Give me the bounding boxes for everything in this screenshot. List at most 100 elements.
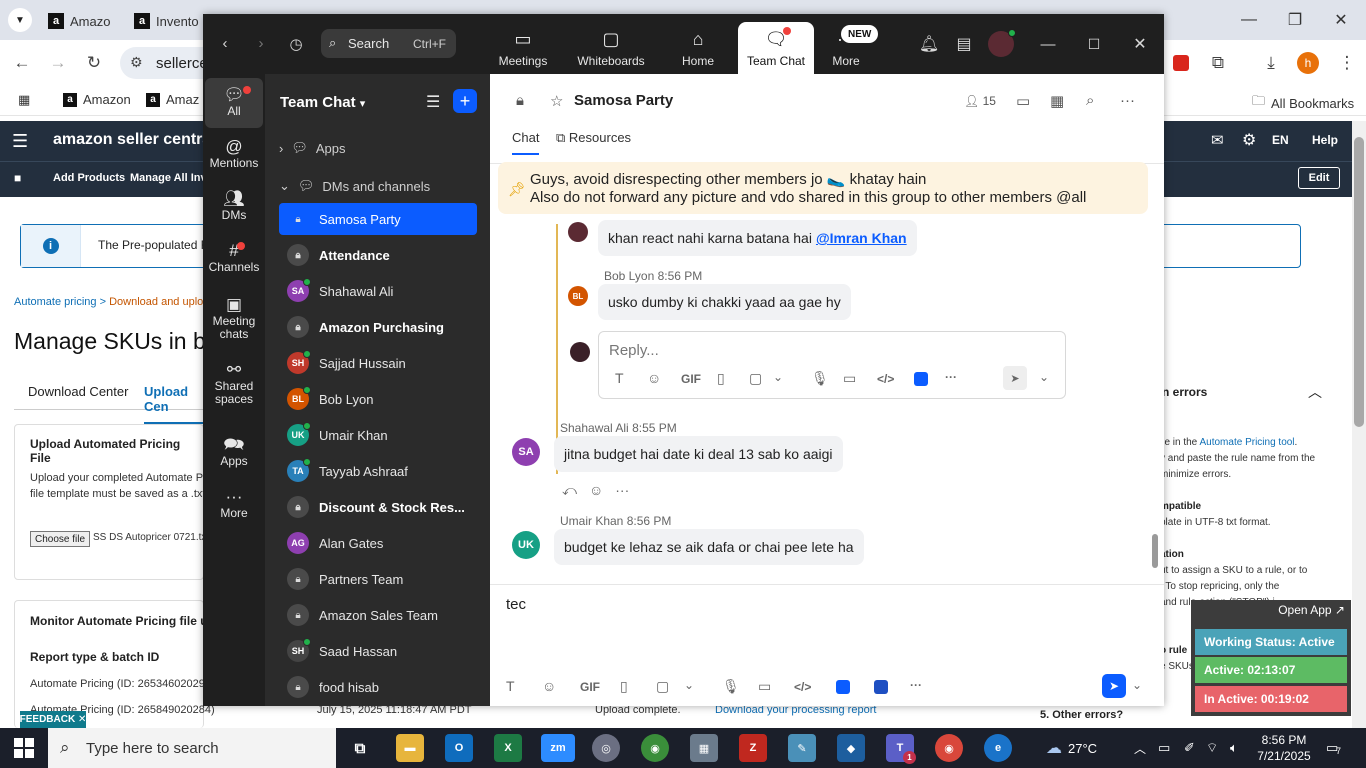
- maximize-icon[interactable]: ☐: [1083, 33, 1105, 55]
- whiteboard-share-icon[interactable]: [874, 680, 888, 694]
- browser-tab-amazon[interactable]: a Amazo: [40, 6, 118, 36]
- dm-list-item[interactable]: TA Tayyab Ashraaf: [279, 455, 477, 487]
- reply-icon[interactable]: ⤺: [562, 482, 577, 499]
- channel-title[interactable]: Samosa Party: [574, 92, 673, 109]
- rail-dms[interactable]: 👥︎ DMs: [205, 182, 263, 232]
- mail-icon[interactable]: ✉: [1211, 131, 1224, 149]
- edit-nav-button[interactable]: Edit: [1298, 167, 1340, 189]
- more-options-icon[interactable]: ···: [615, 482, 629, 499]
- more-options-icon[interactable]: ···: [910, 678, 922, 692]
- excel-icon[interactable]: X: [494, 734, 522, 762]
- browser-menu-icon[interactable]: ⋮: [1334, 50, 1360, 76]
- tab-resources[interactable]: ⧉ Resources: [556, 130, 631, 146]
- section-dms-channels[interactable]: ⌄ 💬︎ DMs and channels: [279, 178, 430, 194]
- rail-more[interactable]: ··· More: [205, 480, 263, 530]
- channel-list-item[interactable]: 🔒︎ Amazon Purchasing: [279, 311, 477, 343]
- chevron-down-icon[interactable]: ⌄: [684, 678, 694, 692]
- tab-search-chevron-icon[interactable]: ▼: [8, 8, 32, 32]
- file-icon[interactable]: ▯: [620, 678, 628, 695]
- chat-scrollbar-thumb[interactable]: [1152, 534, 1158, 568]
- sender-avatar-sa[interactable]: SA: [512, 438, 540, 466]
- open-app-link[interactable]: Open App ↗: [1278, 603, 1345, 617]
- back-arrow-icon[interactable]: ←: [9, 50, 35, 76]
- dm-list-item[interactable]: AG Alan Gates: [279, 527, 477, 559]
- more-options-icon[interactable]: ···: [945, 370, 957, 384]
- calendar-grid-icon[interactable]: ▤: [953, 33, 975, 55]
- dm-list-item[interactable]: SA Shahawal Ali: [279, 275, 477, 307]
- sender-name[interactable]: Shahawal Ali: [560, 421, 629, 435]
- wifi-icon[interactable]: ⌔: [1206, 728, 1218, 768]
- network-icon[interactable]: ▭: [1158, 728, 1170, 768]
- pdf-extension-icon[interactable]: [1168, 50, 1194, 76]
- minimize-icon[interactable]: —: [1037, 33, 1059, 55]
- filter-icon[interactable]: ☰: [426, 92, 440, 112]
- seller-central-logo[interactable]: amazon seller central: [53, 131, 216, 149]
- screenshot-icon[interactable]: ▢: [749, 370, 762, 387]
- language-selector[interactable]: EN: [1272, 133, 1289, 147]
- edge-icon[interactable]: e: [984, 734, 1012, 762]
- choose-file-button[interactable]: Choose file: [30, 531, 90, 547]
- code-icon[interactable]: </>: [794, 680, 811, 694]
- star-icon[interactable]: ☆: [550, 92, 563, 110]
- more-options-icon[interactable]: ···: [1120, 92, 1135, 109]
- page-scrollbar[interactable]: [1352, 121, 1366, 728]
- chevron-down-icon[interactable]: ⌄: [773, 370, 783, 384]
- app-integration-icon[interactable]: [914, 372, 928, 386]
- sender-avatar[interactable]: [568, 222, 588, 242]
- rail-apps[interactable]: 🗪︎ Apps: [205, 428, 263, 478]
- calendar-icon[interactable]: ▦: [1050, 92, 1064, 110]
- system-clock[interactable]: 8:56 PM 7/21/2025: [1253, 732, 1315, 764]
- channel-list-item[interactable]: 🔒︎ Attendance: [279, 239, 477, 271]
- gif-icon[interactable]: GIF: [681, 372, 701, 386]
- bookmark-amazon[interactable]: a Amazon: [63, 92, 131, 107]
- search-icon[interactable]: ⌕: [1086, 92, 1094, 109]
- rail-mentions[interactable]: @ Mentions: [205, 130, 263, 180]
- history-clock-icon[interactable]: ◷: [285, 33, 307, 55]
- notification-center-icon[interactable]: ▭ 7: [1326, 728, 1341, 768]
- weather-widget[interactable]: ☁ 27°C: [1046, 728, 1097, 768]
- outlook-icon[interactable]: O: [445, 734, 473, 762]
- rail-channels[interactable]: # Channels: [205, 234, 263, 284]
- all-bookmarks[interactable]: 🗀 All Bookmarks: [1252, 92, 1354, 114]
- teams-icon[interactable]: T1: [886, 734, 916, 764]
- paint-icon[interactable]: ◎: [592, 734, 620, 762]
- code-icon[interactable]: </>: [877, 372, 894, 386]
- apps-grid-icon[interactable]: ▦: [18, 92, 30, 108]
- dm-list-item[interactable]: SH Sajjad Hussain: [279, 347, 477, 379]
- browser-tab-inventory[interactable]: a Invento: [126, 6, 207, 36]
- page-scrollbar-thumb[interactable]: [1354, 137, 1364, 427]
- add-reaction-icon[interactable]: ☺: [589, 482, 603, 499]
- file-explorer-icon[interactable]: ▬: [396, 734, 424, 762]
- dm-list-item[interactable]: SH Saad Hassan: [279, 635, 477, 667]
- send-disabled-icon[interactable]: ➤: [1003, 366, 1027, 390]
- video-call-icon[interactable]: ▭: [1016, 92, 1030, 110]
- hamburger-menu-icon[interactable]: ☰: [12, 131, 28, 152]
- members-count[interactable]: 👤︎ 15: [964, 94, 996, 108]
- browser-minimize-icon[interactable]: —: [1226, 0, 1272, 40]
- video-message-icon[interactable]: ▭: [758, 678, 771, 695]
- help-link[interactable]: Help: [1312, 133, 1338, 147]
- browser-close-icon[interactable]: ✕: [1318, 0, 1364, 40]
- bookmark-amazon-2[interactable]: a Amaz: [146, 92, 199, 107]
- tray-chevron-icon[interactable]: ︿: [1134, 728, 1146, 768]
- task-view-icon[interactable]: ⧉: [346, 734, 374, 762]
- bookmark-icon[interactable]: ■: [14, 171, 21, 185]
- channel-list-item[interactable]: 🔒︎ Discount & Stock Res...: [279, 491, 477, 523]
- filezilla-icon[interactable]: Z: [739, 734, 767, 762]
- dm-list-item[interactable]: BL Bob Lyon: [279, 383, 477, 415]
- profile-avatar[interactable]: h: [1295, 50, 1321, 76]
- channel-list-item[interactable]: 🔒︎ Amazon Sales Team: [279, 599, 477, 631]
- microphone-icon[interactable]: 🎙︎: [722, 678, 740, 695]
- nav-manage-inventory[interactable]: Manage All Inve: [130, 172, 213, 184]
- channel-list-item[interactable]: 🔒︎ Partners Team: [279, 563, 477, 595]
- sender-avatar-uk[interactable]: UK: [512, 531, 540, 559]
- windows-start-icon[interactable]: [14, 738, 34, 758]
- site-info-icon[interactable]: ⚙: [130, 54, 143, 71]
- channel-list-item[interactable]: 🔒︎ Samosa Party: [279, 203, 477, 235]
- tab-chat[interactable]: Chat: [512, 130, 540, 155]
- calculator-icon[interactable]: ▦: [690, 734, 718, 762]
- feedback-button[interactable]: FEEDBACK ✕: [20, 711, 86, 728]
- section-apps[interactable]: › 💬︎ Apps: [279, 140, 346, 156]
- emoji-icon[interactable]: ☺: [647, 370, 661, 386]
- channel-list-item[interactable]: 🔒︎ food hisab: [279, 671, 477, 703]
